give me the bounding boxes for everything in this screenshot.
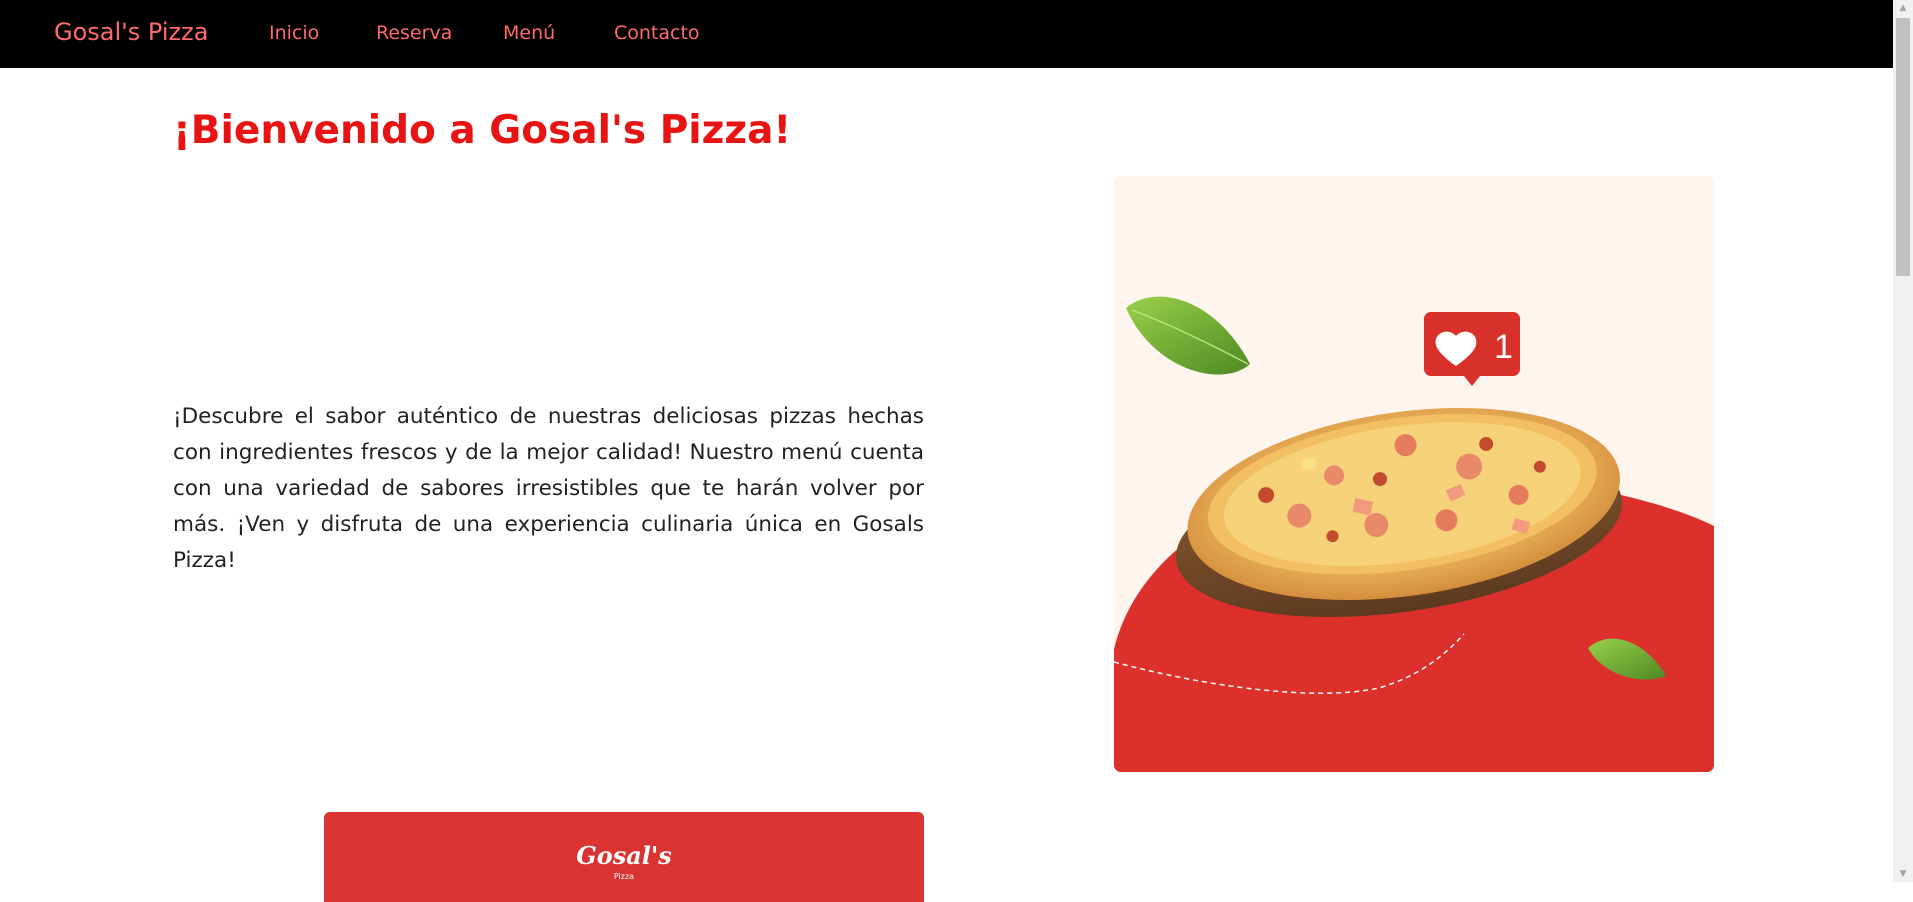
- nav-link-menu[interactable]: Menú: [503, 22, 555, 44]
- nav-link-contacto[interactable]: Contacto: [614, 22, 700, 44]
- promo-card: Gosal's Pizza: [324, 812, 924, 902]
- scroll-down-icon[interactable]: ▼: [1893, 866, 1913, 882]
- top-navbar: Gosal's Pizza Inicio Reserva Menú Contac…: [0, 0, 1893, 68]
- hero-image: 1: [1114, 176, 1714, 772]
- vertical-scrollbar[interactable]: ▲ ▼: [1893, 0, 1913, 882]
- logo-text: Gosal's: [576, 841, 672, 870]
- nav-link-reserva[interactable]: Reserva: [376, 22, 452, 44]
- hero-illustration: 1: [1114, 296, 1714, 772]
- like-count: 1: [1494, 328, 1513, 366]
- nav-link-inicio[interactable]: Inicio: [269, 22, 319, 44]
- basil-leaf-icon: [1126, 296, 1250, 375]
- like-badge: 1: [1424, 312, 1520, 386]
- intro-paragraph: ¡Descubre el sabor auténtico de nuestras…: [173, 404, 924, 573]
- page-title: ¡Bienvenido a Gosal's Pizza!: [173, 108, 792, 153]
- scroll-up-icon[interactable]: ▲: [1893, 0, 1913, 16]
- logo-subtext: Pizza: [613, 872, 635, 881]
- scrollbar-thumb[interactable]: [1896, 18, 1910, 276]
- brand-link[interactable]: Gosal's Pizza: [54, 18, 208, 46]
